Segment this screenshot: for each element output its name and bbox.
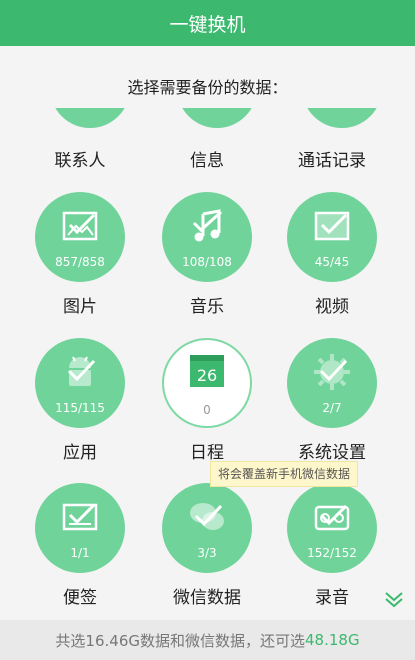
item-count: 1/1 [70,546,90,560]
calendar-day: 26 [197,366,217,385]
category-label: 录音 [315,588,349,608]
item-count: 857/858 [55,255,105,269]
item-count: 108/108 [182,255,232,269]
photos-circle[interactable]: 857/858 [35,192,125,282]
app-header: 一键换机 [0,0,415,46]
item-count: 152/152 [307,546,357,560]
category-label: 便签 [63,588,97,608]
settings-check-icon [314,354,350,390]
image-check-icon [62,211,98,241]
recorder-check-icon [314,504,350,531]
category-label: 应用 [63,443,97,463]
item-count: 45/45 [314,255,350,269]
item-count: 3/3 [197,546,217,560]
data-grid[interactable]: 联系人 信息 通话记录 857/858 图片 108/108 音乐 45/45 … [0,108,415,620]
android-check-icon [67,356,96,386]
available-space: 48.18G [305,631,360,649]
wechat-check-icon [190,503,224,530]
item-count: 2/7 [322,401,342,415]
note-check-icon [62,503,98,531]
wechat-circle[interactable]: 3/3 [162,483,252,573]
messages-circle[interactable] [177,108,257,128]
chevron-down-icon[interactable] [383,588,405,610]
category-label: 联系人 [54,151,106,171]
category-label: 图片 [63,297,97,317]
recordings-circle[interactable]: 152/152 [287,483,377,573]
settings-circle[interactable]: 2/7 [287,338,377,428]
selection-summary: 共选16.46G数据和微信数据，还可选 48.18G [0,620,415,660]
video-check-icon [314,211,350,241]
category-label: 系统设置 [298,443,366,463]
category-label: 通话记录 [298,151,366,171]
videos-circle[interactable]: 45/45 [287,192,377,282]
apps-circle[interactable]: 115/115 [35,338,125,428]
page-title: 一键换机 [169,13,246,36]
notes-circle[interactable]: 1/1 [35,483,125,573]
call-log-circle[interactable] [302,108,382,128]
category-label: 微信数据 [173,588,241,608]
category-label: 音乐 [190,297,224,317]
calendar-icon: 26 [190,355,224,387]
item-count: 115/115 [55,401,105,415]
wechat-overwrite-tooltip: 将会覆盖新手机微信数据 [210,461,359,487]
music-check-icon [192,209,223,242]
music-circle[interactable]: 108/108 [162,192,252,282]
summary-text: 共选16.46G数据和微信数据，还可选 [55,631,305,650]
item-count: 0 [203,403,211,417]
category-label: 视频 [315,297,349,317]
category-label: 信息 [190,151,224,171]
contacts-circle[interactable] [50,108,130,128]
category-label: 日程 [190,443,224,463]
calendar-circle[interactable]: 26 0 [162,338,252,428]
section-prompt: 选择需要备份的数据： [127,78,288,97]
